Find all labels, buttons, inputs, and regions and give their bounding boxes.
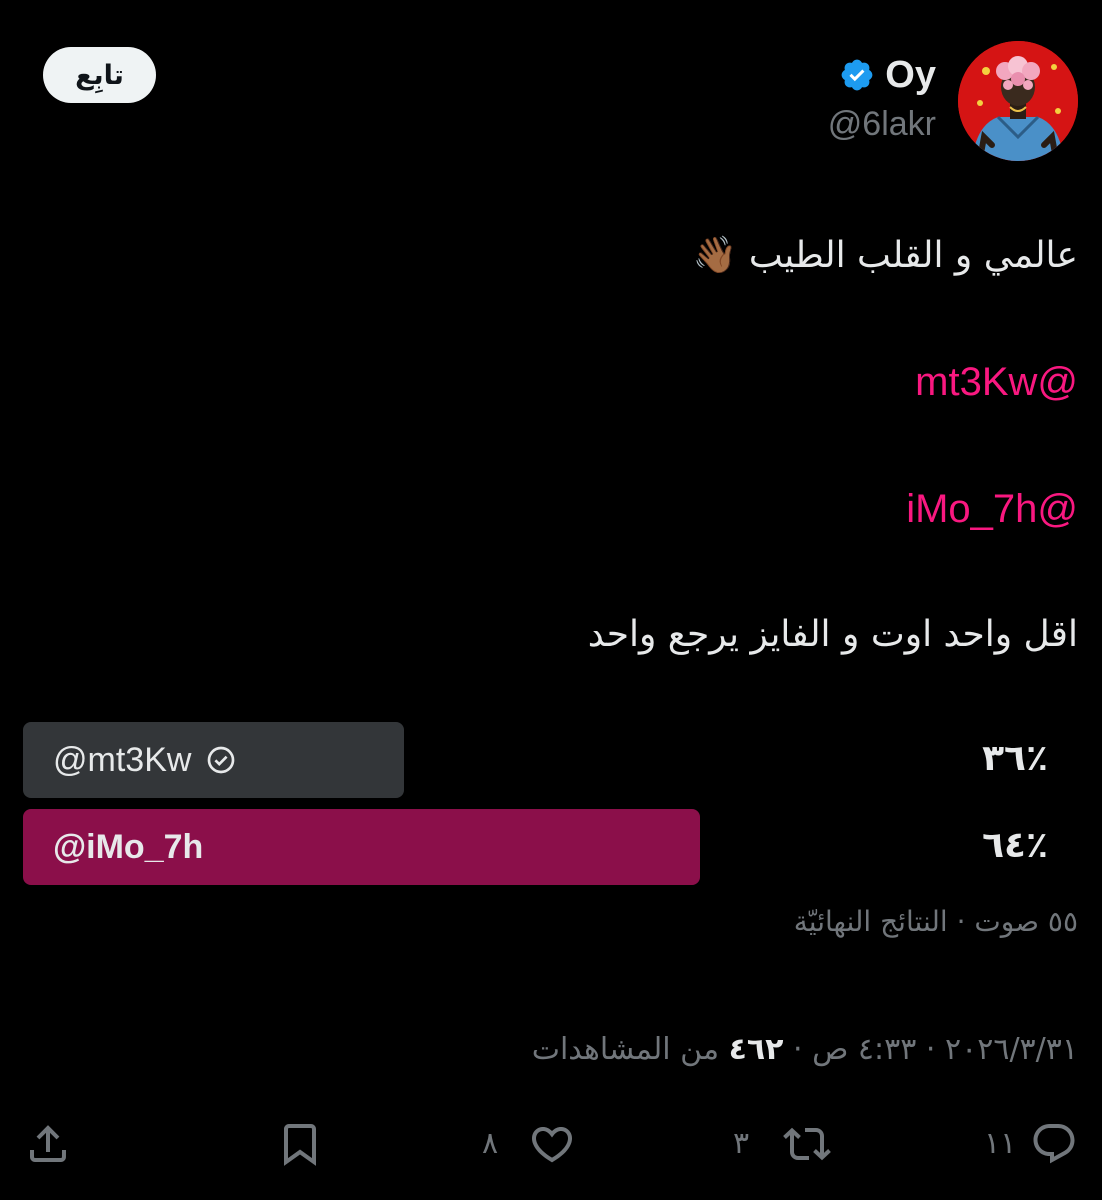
poll-option-percent: ٣٦٪ — [982, 738, 1048, 779]
tweet-meta: ٢٠٢٦/٣/٣١ · ٤:٣٣ ص · ٤٦٢ من المشاهدات — [531, 1032, 1078, 1067]
avatar-illustration — [958, 41, 1078, 161]
like-icon[interactable] — [528, 1120, 576, 1168]
follow-button[interactable]: تابِع — [43, 47, 156, 103]
poll-option-bar-1: @mt3Kw — [23, 722, 404, 798]
check-circle-icon — [191, 744, 237, 776]
retweet-icon[interactable] — [783, 1120, 831, 1168]
poll-option-label: @mt3Kw — [53, 740, 192, 779]
bookmark-icon[interactable] — [276, 1120, 324, 1168]
poll-option-bar-2: @iMo_7h — [23, 809, 700, 885]
user-handle[interactable]: @6lakr — [828, 105, 936, 144]
author-name-row[interactable]: Oy — [839, 50, 936, 100]
tweet-text-line-2: اقل واحد اوت و الفايز يرجع واحد — [587, 614, 1078, 655]
tweet-date[interactable]: ٢٠٢٦/٣/٣١ — [945, 1032, 1078, 1067]
avatar[interactable] — [958, 41, 1078, 161]
mention-mt3kw[interactable]: @mt3Kw — [915, 360, 1078, 405]
poll-results-meta: ٥٥ صوت · النتائج النهائيّة — [793, 905, 1078, 938]
views-label: من المشاهدات — [531, 1032, 720, 1067]
retweet-count: ٣ — [733, 1126, 750, 1161]
poll-option-label: @iMo_7h — [53, 827, 204, 866]
tweet-time[interactable]: ٤:٣٣ ص — [812, 1032, 916, 1067]
like-count: ٨ — [482, 1126, 499, 1161]
reply-count: ١١ — [984, 1126, 1017, 1161]
mention-imo7h[interactable]: @iMo_7h — [906, 487, 1078, 532]
poll-option-percent: ٦٤٪ — [982, 825, 1048, 866]
views-count: ٤٦٢ — [728, 1032, 784, 1067]
tweet-text-line-1: عالمي و القلب الطيب 👋🏾 — [692, 235, 1078, 276]
reply-icon[interactable] — [1030, 1120, 1078, 1168]
verified-badge-icon — [839, 57, 875, 93]
display-name: Oy — [885, 53, 936, 96]
share-icon[interactable] — [24, 1120, 72, 1168]
